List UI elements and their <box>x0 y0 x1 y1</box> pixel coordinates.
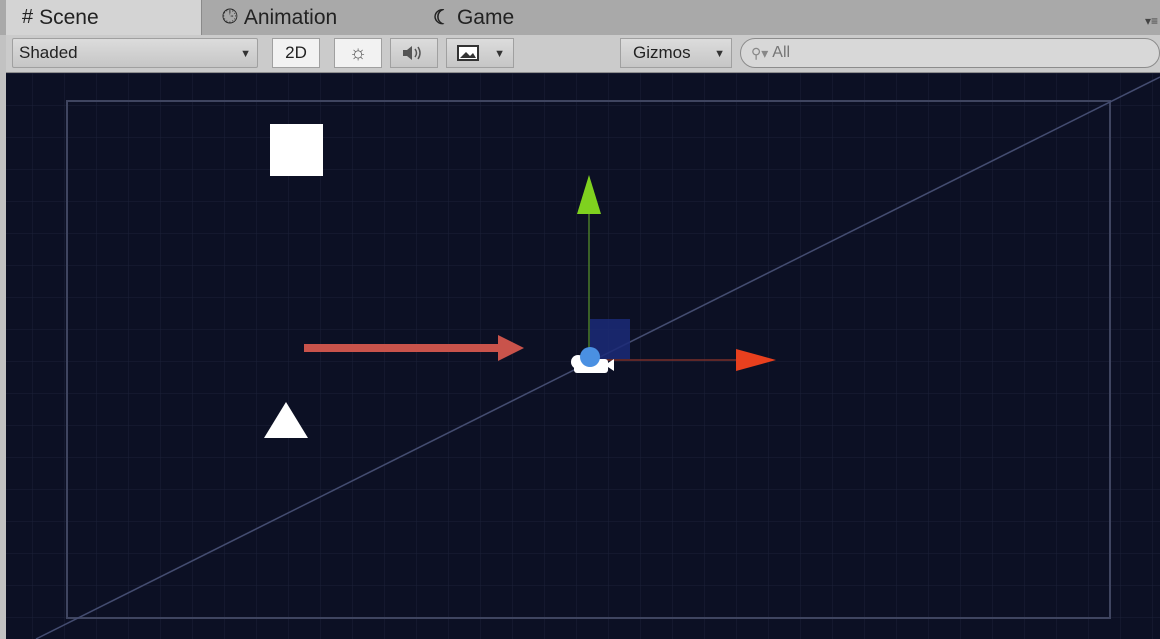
tab-scene-label: Scene <box>39 5 99 29</box>
dropdown-arrow-icon: ▼ <box>494 48 505 60</box>
speaker-icon <box>403 46 421 60</box>
search-icon: ⚲▾ <box>751 44 769 61</box>
effects-dropdown[interactable]: ▼ <box>446 38 514 68</box>
tab-animation-label: Animation <box>243 5 338 29</box>
tab-bar: # Scene 🕒︎ Animation ☾ Game ▾≡ <box>0 0 1160 35</box>
draw-mode-label: Shaded <box>19 43 78 62</box>
tab-game-label: Game <box>456 5 515 29</box>
tab-animation[interactable]: 🕒︎ Animation <box>222 0 337 35</box>
clock-icon: 🕒︎ <box>222 6 238 28</box>
tab-scene[interactable]: # Scene <box>6 0 202 35</box>
dropdown-arrow-icon: ▼ <box>714 48 725 60</box>
white-square-sprite[interactable] <box>270 124 323 176</box>
lighting-toggle-button[interactable]: ☼ <box>334 38 382 68</box>
image-icon <box>457 45 479 61</box>
search-input[interactable] <box>770 43 1155 63</box>
audio-toggle-button[interactable] <box>390 38 438 68</box>
hash-icon: # <box>22 6 34 28</box>
scene-toolbar: Shaded ▼ 2D ☼ ▼ Gizmos ▼ ⚲▾ <box>6 35 1160 73</box>
search-field[interactable]: ⚲▾ <box>740 38 1160 68</box>
draw-mode-dropdown[interactable]: Shaded ▼ <box>12 38 258 68</box>
pacman-icon: ☾ <box>433 7 451 29</box>
tab-game[interactable]: ☾ Game <box>433 0 514 35</box>
gizmos-label: Gizmos <box>633 43 691 62</box>
sun-icon: ☼ <box>348 41 368 64</box>
scene-view[interactable] <box>6 73 1160 639</box>
gizmos-dropdown[interactable]: Gizmos ▼ <box>620 38 732 68</box>
panel-menu-icon[interactable]: ▾≡ <box>1145 14 1158 28</box>
dropdown-arrow-icon: ▼ <box>240 48 251 60</box>
2d-toggle-button[interactable]: 2D <box>272 38 320 68</box>
scene-canvas <box>6 73 1160 639</box>
